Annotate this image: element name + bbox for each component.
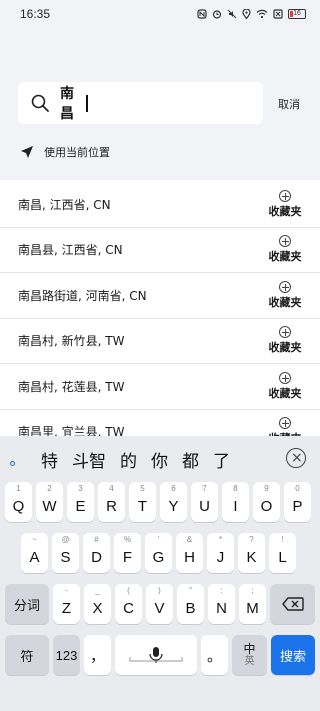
key-g[interactable]: ' G [145, 533, 172, 573]
text-caret [86, 94, 88, 112]
add-favorite-button[interactable]: 收藏夹 [260, 235, 310, 264]
search-result-list: 南昌, 江西省, CN 收藏夹 南昌县, 江西省, CN 收藏夹 南昌路街道, … [0, 182, 320, 455]
candidate-bar: 特 斗智 的 你 都 了 [0, 436, 320, 482]
alarm-icon [212, 10, 222, 19]
candidate-word[interactable]: 特 [41, 447, 58, 472]
search-key[interactable]: 搜索 [271, 635, 315, 675]
candidate-word[interactable]: 都 [182, 447, 199, 472]
sim-icon [273, 9, 283, 19]
add-favorite-button[interactable]: 收藏夹 [260, 189, 310, 219]
key-d[interactable]: # D [83, 533, 110, 573]
symbol-key[interactable]: 符 [5, 635, 49, 675]
add-circle-icon [279, 417, 291, 430]
key-row-3: 分词 -Z _ X (C ) V " B :N ; M [0, 584, 320, 626]
result-name: 南昌路街道, 河南省, CN [18, 288, 147, 303]
key-u[interactable]: 7U [191, 482, 218, 522]
add-favorite-button[interactable]: 收藏夹 [260, 280, 310, 310]
result-item[interactable]: 南昌村, 花莲县, TW 收藏夹 [0, 364, 320, 410]
location-pin-icon [242, 9, 251, 19]
cancel-button[interactable]: 取消 [278, 96, 300, 112]
result-item[interactable]: 南昌村, 新竹县, TW 收藏夹 [0, 319, 320, 364]
result-item[interactable]: 南昌, 江西省, CN 收藏夹 [0, 182, 320, 228]
nfc-icon [197, 9, 207, 19]
key-a[interactable]: ~ A [21, 533, 48, 573]
favorite-label: 收藏夹 [268, 386, 302, 400]
use-current-location-button[interactable]: 使用当前位置 [20, 144, 110, 160]
segment-key[interactable]: 分词 [5, 584, 49, 624]
search-input[interactable]: 南昌 [60, 83, 86, 123]
candidate-word[interactable]: 了 [213, 447, 230, 472]
backspace-key[interactable] [270, 584, 315, 624]
favorite-label: 收藏夹 [268, 341, 302, 355]
microphone-icon [129, 647, 183, 663]
key-l[interactable]: ! L [269, 533, 296, 573]
result-item[interactable]: 南昌路街道, 河南省, CN 收藏夹 [0, 273, 320, 319]
soft-keyboard: 特 斗智 的 你 都 了 1Q 2W 3E 4R 5T 6Y 7U 8I 9O … [0, 436, 320, 711]
key-p[interactable]: 0P [284, 482, 311, 522]
navigation-arrow-icon [21, 146, 33, 158]
comma-key[interactable]: ， [84, 635, 111, 675]
key-row-2: ~ A @ S # D % F ' G & H * J ? K ! L [0, 533, 320, 575]
space-key[interactable] [115, 635, 197, 675]
key-w[interactable]: 2W [36, 482, 63, 522]
key-i[interactable]: 8I [222, 482, 249, 522]
add-favorite-button[interactable]: 收藏夹 [260, 371, 310, 401]
key-z[interactable]: -Z [53, 584, 80, 624]
result-name: 南昌村, 花莲县, TW [18, 379, 125, 394]
candidate-word[interactable]: 的 [120, 447, 137, 472]
key-e[interactable]: 3E [67, 482, 94, 522]
add-circle-icon [279, 235, 291, 248]
backspace-icon [281, 597, 304, 611]
add-favorite-button[interactable]: 收藏夹 [260, 326, 310, 355]
number-key[interactable]: 123 [53, 635, 80, 675]
key-s[interactable]: @ S [52, 533, 79, 573]
result-name: 南昌, 江西省, CN [18, 197, 111, 212]
search-icon [31, 94, 49, 112]
use-current-location-label: 使用当前位置 [44, 146, 110, 159]
favorite-label: 收藏夹 [268, 204, 302, 218]
key-v[interactable]: ) V [146, 584, 173, 624]
key-q[interactable]: 1Q [5, 482, 32, 522]
key-b[interactable]: " B [177, 584, 204, 624]
key-c[interactable]: (C [115, 584, 142, 624]
status-icons: 16 [197, 9, 306, 19]
key-x[interactable]: _ X [84, 584, 111, 624]
candidate-indicator-icon [10, 460, 15, 466]
add-circle-icon [279, 189, 291, 202]
wifi-icon [256, 9, 268, 19]
battery-level: 16 [293, 10, 301, 17]
add-circle-icon [279, 280, 291, 293]
key-row-1: 1Q 2W 3E 4R 5T 6Y 7U 8I 9O 0P [0, 482, 320, 524]
key-y[interactable]: 6Y [160, 482, 187, 522]
search-box[interactable]: 南昌 [18, 82, 263, 124]
result-name: 南昌村, 新竹县, TW [18, 334, 125, 349]
key-t[interactable]: 5T [129, 482, 156, 522]
period-key[interactable]: 。 [201, 635, 228, 675]
language-switch-key[interactable]: 中 英 [232, 635, 267, 675]
add-circle-icon [279, 371, 291, 384]
result-item[interactable]: 南昌县, 江西省, CN 收藏夹 [0, 228, 320, 273]
status-time: 16:35 [20, 7, 51, 21]
battery-icon: 16 [288, 9, 306, 19]
candidate-word[interactable]: 你 [151, 447, 168, 472]
key-o[interactable]: 9O [253, 482, 280, 522]
status-bar: 16:35 16 [0, 0, 320, 28]
mute-icon [227, 9, 237, 19]
key-f[interactable]: % F [114, 533, 141, 573]
candidate-word[interactable]: 斗智 [72, 447, 106, 472]
key-h[interactable]: & H [176, 533, 203, 573]
key-k[interactable]: ? K [238, 533, 265, 573]
key-m[interactable]: ; M [239, 584, 266, 624]
add-circle-icon [279, 326, 291, 339]
key-n[interactable]: :N [208, 584, 235, 624]
result-name: 南昌县, 江西省, CN [18, 243, 123, 258]
favorite-label: 收藏夹 [268, 250, 302, 264]
key-j[interactable]: * J [207, 533, 234, 573]
favorite-label: 收藏夹 [268, 295, 302, 309]
key-row-4: 符 123 ， 。 中 英 搜索 [0, 635, 320, 677]
key-r[interactable]: 4R [98, 482, 125, 522]
close-candidates-icon[interactable] [286, 448, 306, 468]
